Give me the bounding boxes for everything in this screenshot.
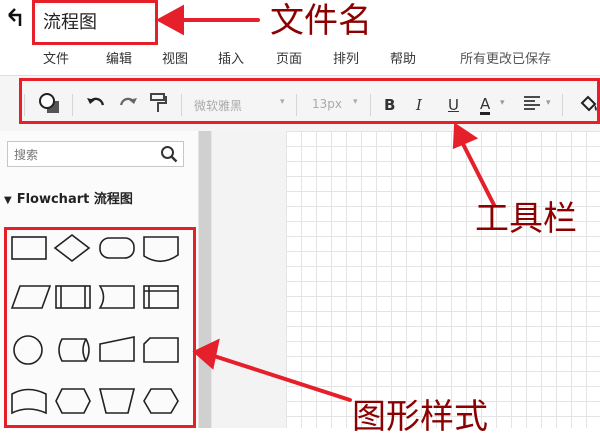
annotation-arrow-toolbar xyxy=(459,138,496,207)
annotation-arrowhead xyxy=(452,122,479,150)
annotation-label-filename: 文件名 xyxy=(270,1,372,41)
annotation-label-toolbar: 工具栏 xyxy=(475,199,577,239)
annotation-arrow-shapes xyxy=(212,354,352,402)
annotation-arrowhead xyxy=(155,4,184,36)
annotation-label-shapes: 图形样式 xyxy=(352,397,488,437)
annotation-arrowhead xyxy=(192,338,220,370)
